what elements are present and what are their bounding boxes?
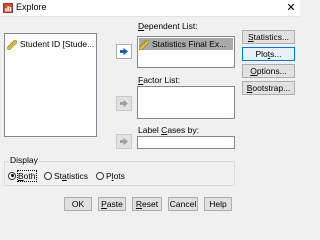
radio-indicator [96, 171, 104, 180]
dependent-list[interactable]: Statistics Final Ex... [137, 36, 235, 68]
move-to-factor-button[interactable] [116, 96, 132, 111]
statistics-button[interactable]: Statistics... [242, 30, 295, 44]
cancel-button[interactable]: Cancel [168, 197, 198, 211]
arrow-right-icon [120, 137, 128, 146]
list-item[interactable]: Statistics Final Ex... [139, 38, 233, 50]
factor-list[interactable] [137, 86, 235, 119]
radio-both[interactable]: Both [8, 169, 37, 182]
options-button[interactable]: Options... [242, 64, 295, 78]
move-to-dependent-button[interactable] [116, 44, 132, 59]
plots-button[interactable]: Plots... [242, 47, 295, 61]
radio-statistics[interactable]: Statistics [44, 170, 88, 181]
ruler-icon [139, 39, 149, 50]
arrow-right-icon [120, 47, 128, 56]
label-cases-field[interactable] [137, 136, 235, 149]
window-title: Explore [16, 2, 47, 12]
list-item-label: Statistics Final Ex... [152, 39, 227, 49]
radio-plots[interactable]: Plots [96, 170, 125, 181]
list-item[interactable]: Student ID [Stude... [7, 38, 94, 50]
dependent-list-label: Dependent List: [138, 21, 198, 31]
arrow-right-icon [120, 99, 128, 108]
display-group-label: Display [9, 155, 39, 165]
ok-button[interactable]: OK [64, 197, 92, 211]
help-button[interactable]: Help [204, 197, 232, 211]
reset-button[interactable]: Reset [132, 197, 162, 211]
factor-list-label: Factor List: [138, 75, 181, 85]
close-icon[interactable]: ✕ [283, 0, 299, 16]
bootstrap-button[interactable]: Bootstrap... [242, 81, 295, 95]
list-item-label: Student ID [Stude... [20, 39, 95, 49]
paste-button[interactable]: Paste [98, 197, 126, 211]
radio-indicator [44, 171, 52, 180]
radio-indicator [8, 171, 16, 180]
variable-list[interactable]: Student ID [Stude... [4, 33, 97, 137]
spss-explore-icon [3, 3, 13, 13]
label-cases-label: Label Cases by: [138, 125, 199, 135]
move-to-label-cases-button[interactable] [116, 134, 132, 149]
ruler-icon [7, 39, 17, 50]
